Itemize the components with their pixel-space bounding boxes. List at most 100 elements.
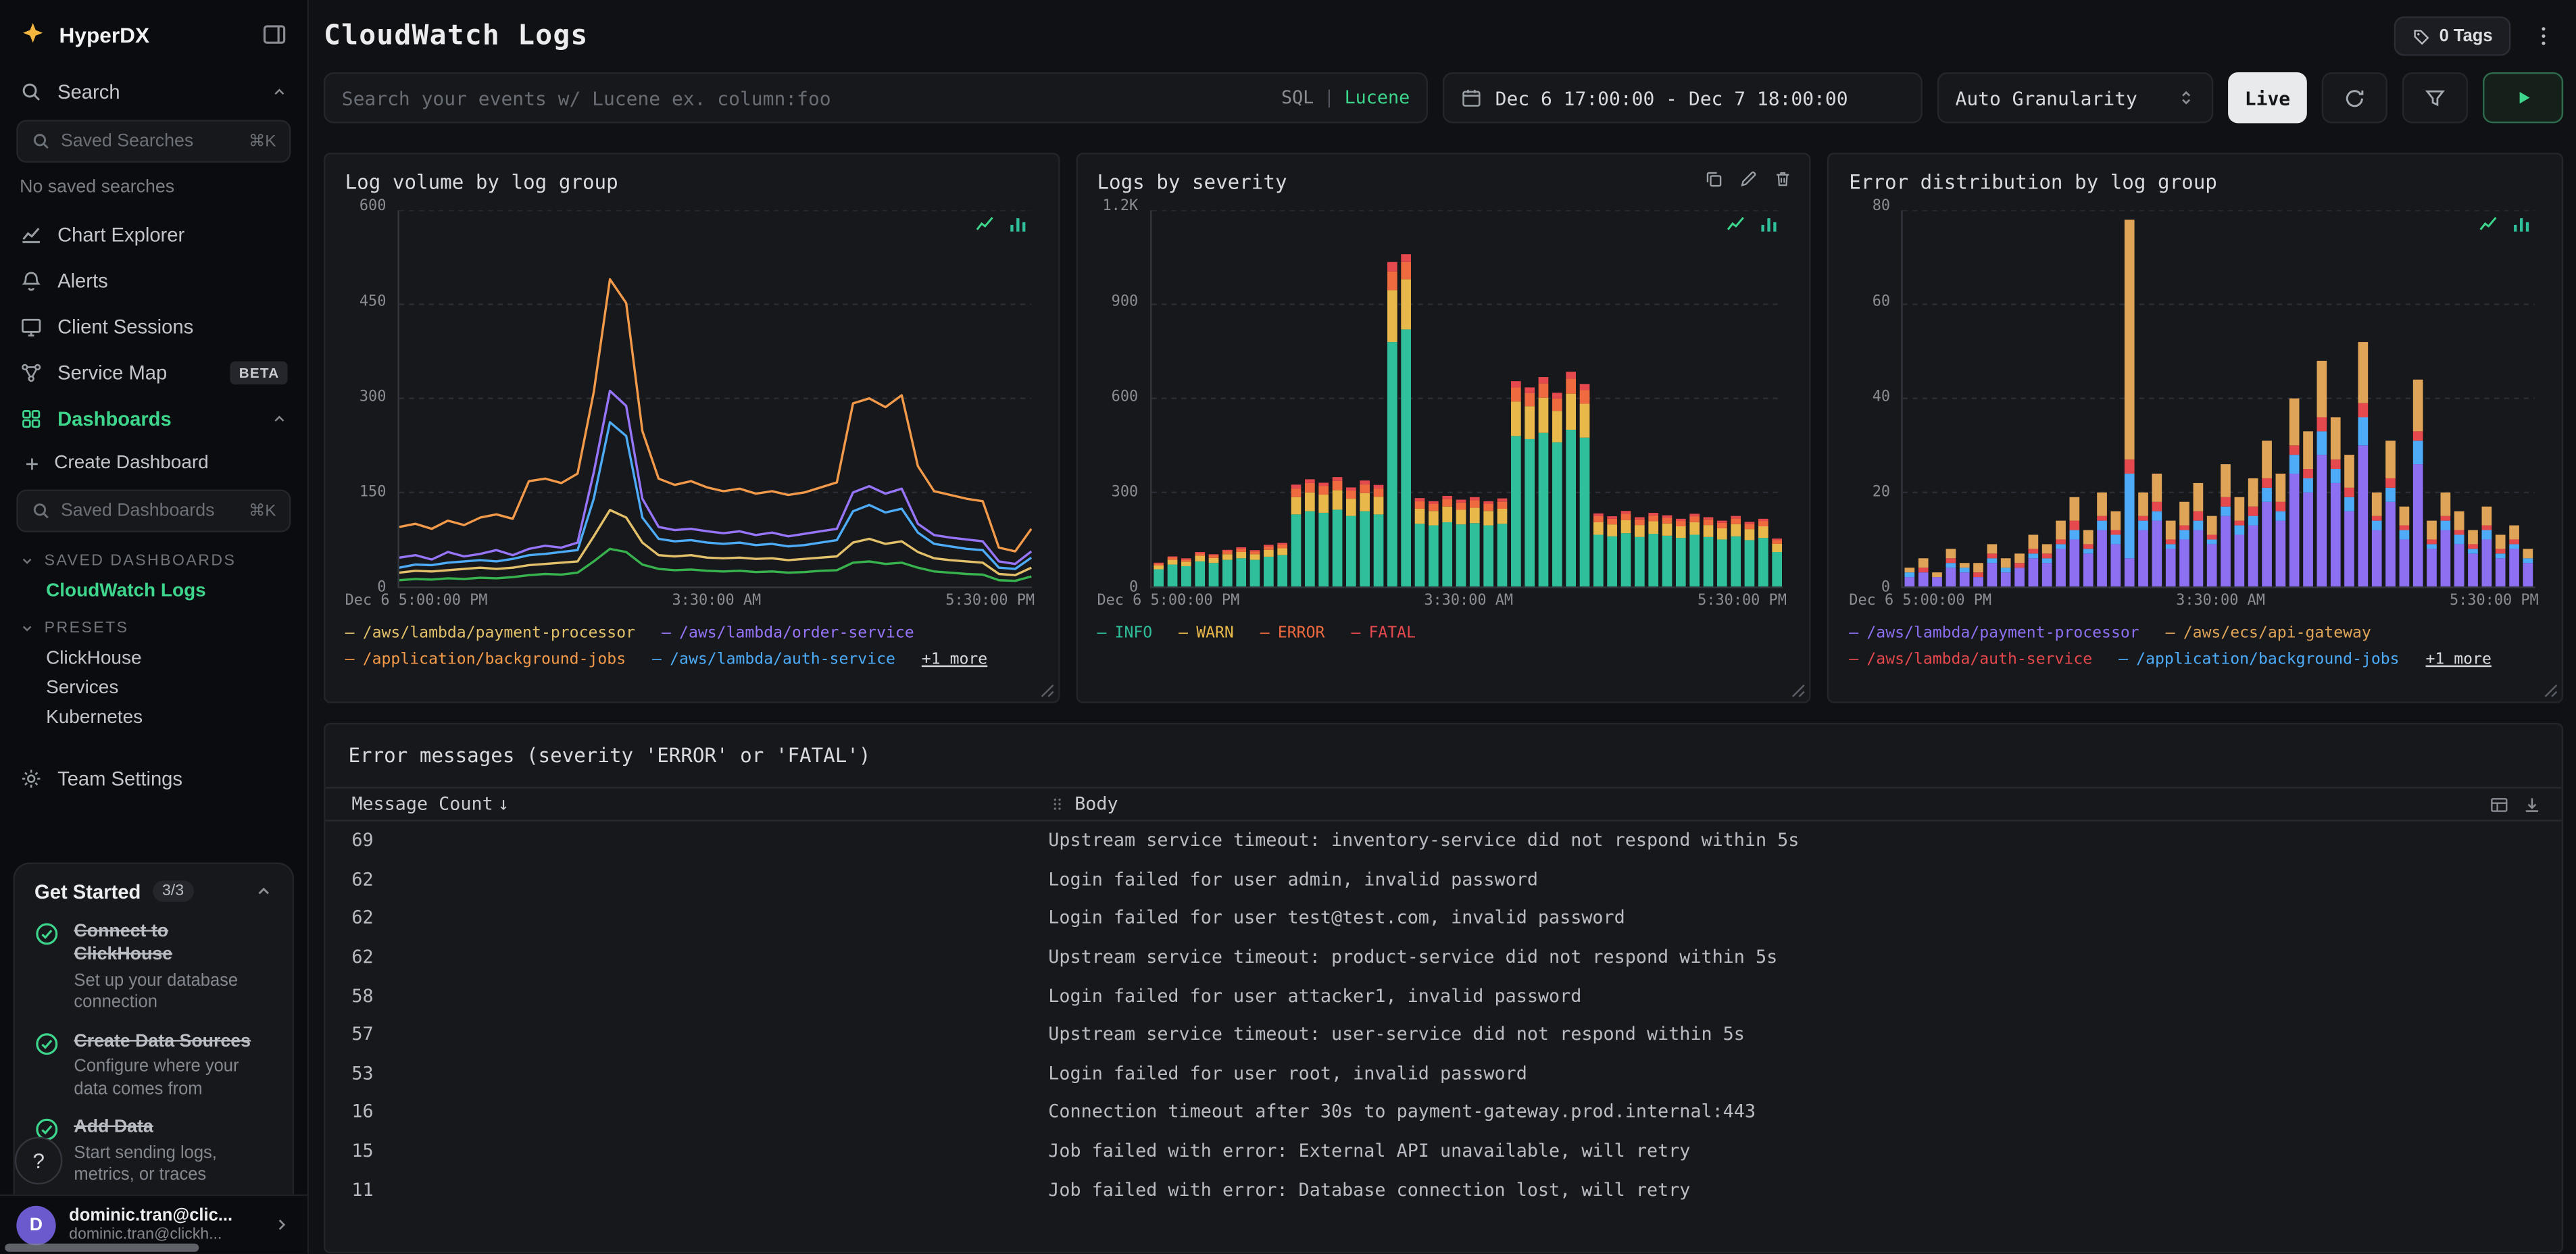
table-row[interactable]: 58 Login failed for user attacker1, inval… <box>325 976 2561 1015</box>
chevron-up-icon[interactable] <box>255 883 273 901</box>
table-row[interactable]: 53 Login failed for user root, invalid pa… <box>325 1054 2561 1093</box>
horizontal-scrollbar-thumb[interactable] <box>5 1243 199 1252</box>
granularity-select[interactable]: Auto Granularity <box>1937 72 2214 124</box>
table-row[interactable]: 57 Upstream service timeout: user-service… <box>325 1015 2561 1054</box>
table-row[interactable]: 62 Login failed for user admin, invalid p… <box>325 860 2561 899</box>
error-messages-card: Error messages (severity 'ERROR' or 'FAT… <box>324 722 2564 1254</box>
resize-grip-icon[interactable] <box>2544 684 2558 699</box>
y-tick-label: 600 <box>1111 389 1139 406</box>
line-chart-toggle-icon[interactable] <box>2478 214 2500 235</box>
language-sql-toggle[interactable]: SQL <box>1281 87 1314 109</box>
collapse-sidebar-icon[interactable] <box>262 22 288 48</box>
hyperdx-logo-icon <box>20 22 46 48</box>
line-chart-plot[interactable] <box>397 210 1032 588</box>
get-started-step-data[interactable]: Add Data Start sending logs, metrics, or… <box>34 1116 273 1188</box>
legend-swatch: — <box>1849 624 1859 643</box>
sidebar-item-cloudwatch-logs[interactable]: CloudWatch Logs <box>0 576 307 606</box>
legend-item[interactable]: — FATAL <box>1351 623 1416 645</box>
line-chart-toggle-icon[interactable] <box>974 214 995 235</box>
legend-item[interactable]: — /aws/lambda/auth-service <box>652 649 895 671</box>
legend-item[interactable]: — INFO <box>1097 623 1152 645</box>
cell-body: Upstream service timeout: user-service d… <box>1048 1024 1745 1046</box>
sidebar-item-team-settings[interactable]: Team Settings <box>0 755 307 801</box>
sidebar-item-alerts[interactable]: Alerts <box>0 258 307 304</box>
column-header-body[interactable]: Body <box>1048 793 2489 815</box>
live-button[interactable]: Live <box>2228 72 2307 124</box>
legend-item[interactable]: — /aws/lambda/payment-processor <box>345 623 635 645</box>
edit-pencil-icon[interactable] <box>1739 169 1758 189</box>
sidebar-item-label: Chart Explorer <box>57 223 185 247</box>
columns-icon[interactable] <box>2490 795 2509 814</box>
stacked-bar-chart-plot[interactable] <box>1902 210 2535 588</box>
legend-more-link[interactable]: +1 more <box>922 649 987 671</box>
section-presets[interactable]: PRESETS <box>0 606 307 644</box>
stacked-bar-chart-plot[interactable] <box>1149 210 1784 588</box>
legend-more-link[interactable]: +1 more <box>2426 649 2492 671</box>
app-root: HyperDX Search ⌘K No saved searches <box>0 0 2576 1254</box>
cell-message-count: 15 <box>351 1140 374 1162</box>
saved-dashboards-box[interactable]: ⌘K <box>16 489 291 532</box>
legend-item[interactable]: — WARN <box>1179 623 1234 645</box>
app-logo-text: HyperDX <box>59 22 150 47</box>
legend-item[interactable]: — /aws/ecs/api-gateway <box>2166 623 2371 645</box>
sidebar-item-dashboards[interactable]: Dashboards <box>0 396 307 442</box>
sidebar-item-chart-explorer[interactable]: Chart Explorer <box>0 212 307 258</box>
language-lucene-toggle[interactable]: Lucene <box>1345 87 1410 109</box>
get-started-header[interactable]: Get Started 3/3 <box>34 880 273 903</box>
get-started-step-connect[interactable]: Connect to ClickHouse Set up your databa… <box>34 920 273 1015</box>
table-row[interactable]: 15 Job failed with error: External API un… <box>325 1132 2561 1170</box>
table-row[interactable]: 62 Upstream service timeout: product-serv… <box>325 938 2561 976</box>
get-started-step-sources[interactable]: Create Data Sources Configure where your… <box>34 1030 273 1101</box>
drag-grip-icon[interactable] <box>1048 795 1066 813</box>
table-row[interactable]: 62 Login failed for user test@test.com, i… <box>325 899 2561 937</box>
resize-grip-icon[interactable] <box>1039 684 1054 699</box>
section-saved-dashboards[interactable]: SAVED DASHBOARDS <box>0 539 307 577</box>
download-icon[interactable] <box>2522 795 2542 814</box>
x-tick-label: 3:30:00 AM <box>1424 593 1514 610</box>
cell-message-count: 62 <box>351 907 374 929</box>
event-search-box[interactable]: SQL | Lucene <box>324 72 1428 124</box>
legend-item[interactable]: — /application/background-jobs <box>345 649 626 671</box>
more-options-icon[interactable] <box>2524 16 2563 55</box>
bar-chart-toggle-icon[interactable] <box>1759 214 1781 235</box>
line-chart-toggle-icon[interactable] <box>1726 214 1748 235</box>
sidebar-item-kubernetes[interactable]: Kubernetes <box>0 703 307 733</box>
cell-message-count: 57 <box>351 1024 374 1046</box>
bar-chart-toggle-icon[interactable] <box>1007 214 1029 235</box>
sidebar-item-client-sessions[interactable]: Client Sessions <box>0 304 307 350</box>
table-row[interactable]: 11 Job failed with error: Database connec… <box>325 1170 2561 1209</box>
legend-item[interactable]: — ERROR <box>1260 623 1325 645</box>
sidebar-item-service-map[interactable]: Service Map BETA <box>0 350 307 396</box>
sidebar-item-search[interactable]: Search <box>0 69 307 115</box>
event-search-input[interactable] <box>341 86 1268 109</box>
date-range-picker[interactable]: Dec 6 17:00:00 - Dec 7 18:00:00 <box>1442 72 1923 124</box>
legend-item[interactable]: — /aws/lambda/payment-processor <box>1849 623 2139 645</box>
main-content: CloudWatch Logs 0 Tags SQL | <box>309 0 2576 1254</box>
legend-label: FATAL <box>1368 624 1416 643</box>
saved-searches-box[interactable]: ⌘K <box>16 120 291 163</box>
saved-searches-input[interactable] <box>60 131 239 151</box>
duplicate-icon[interactable] <box>1704 169 1724 189</box>
legend-item[interactable]: — /aws/lambda/order-service <box>662 623 914 645</box>
legend-item[interactable]: — /aws/lambda/auth-service <box>1849 649 2092 671</box>
tags-button[interactable]: 0 Tags <box>2393 16 2511 56</box>
column-header-message-count[interactable]: Message Count ↓ <box>325 793 1048 815</box>
delete-trash-icon[interactable] <box>1773 169 1793 189</box>
run-query-button[interactable] <box>2482 72 2564 124</box>
create-dashboard-button[interactable]: Create Dashboard <box>0 442 307 484</box>
sidebar-item-clickhouse[interactable]: ClickHouse <box>0 644 307 674</box>
resize-grip-icon[interactable] <box>1791 684 1806 699</box>
table-row[interactable]: 16 Connection timeout after 30s to paymen… <box>325 1093 2561 1131</box>
sidebar-item-services[interactable]: Services <box>0 674 307 703</box>
charts-row: Log volume by log group 0 150 300 450 600 De… <box>324 153 2564 703</box>
legend-item[interactable]: — /application/background-jobs <box>2119 649 2400 671</box>
saved-dashboards-input[interactable] <box>60 501 239 521</box>
table-row[interactable]: 69 Upstream service timeout: inventory-se… <box>325 822 2561 860</box>
bar-chart-toggle-icon[interactable] <box>2510 214 2532 235</box>
beta-badge: BETA <box>230 361 288 384</box>
sidebar-item-label: Alerts <box>57 269 108 293</box>
refresh-button[interactable] <box>2321 72 2387 124</box>
filter-button[interactable] <box>2402 72 2469 124</box>
x-tick-label: 5:30:00 PM <box>1698 593 1787 610</box>
help-button[interactable]: ? <box>14 1136 63 1185</box>
